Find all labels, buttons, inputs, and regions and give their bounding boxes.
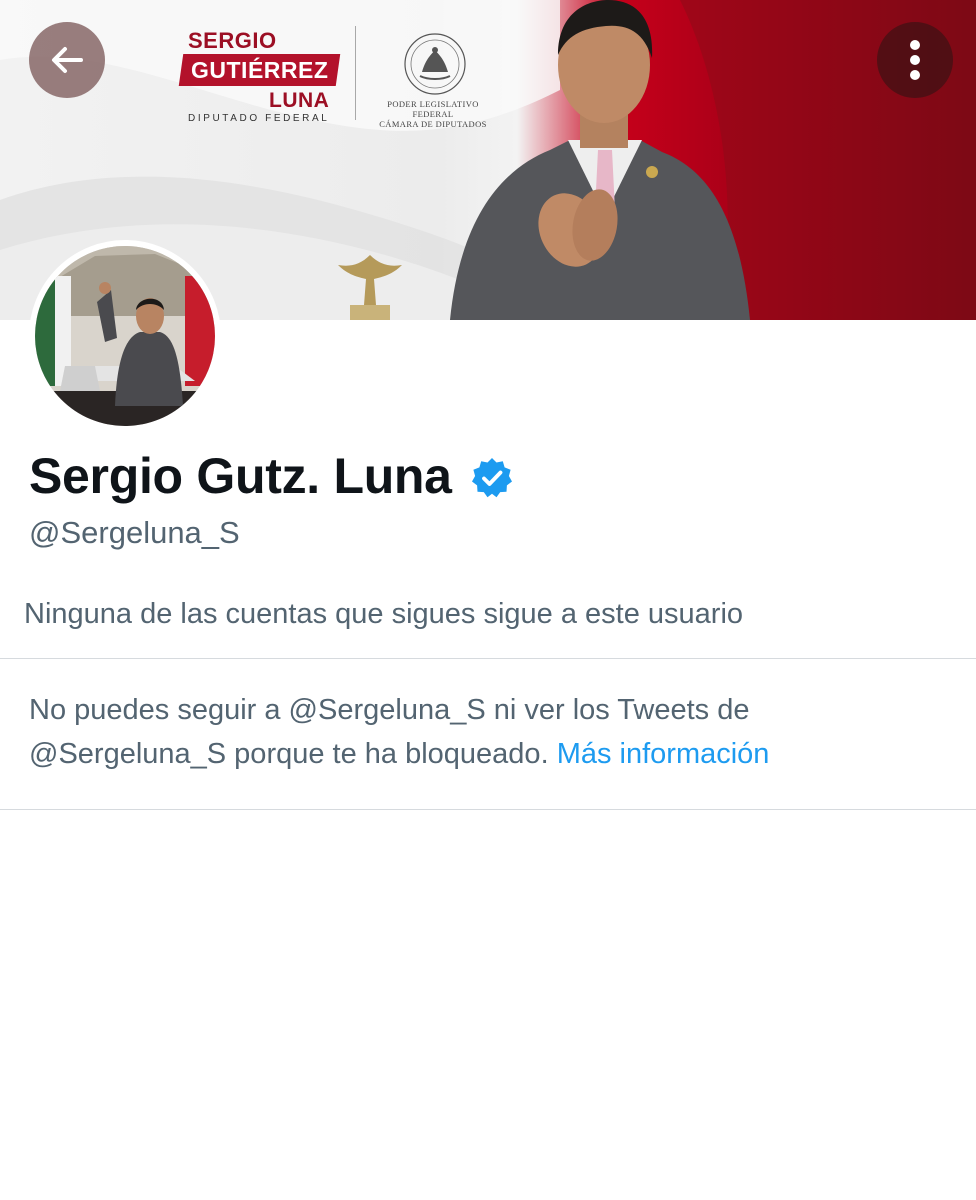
profile-page: SERGIO GUTIÉRREZ LUNA DIPUTADO FEDERAL P… xyxy=(0,0,976,1200)
display-name-row: Sergio Gutz. Luna xyxy=(29,446,514,506)
profile-avatar[interactable] xyxy=(29,240,221,432)
logo-first-name: SERGIO xyxy=(188,28,277,53)
blocked-message-line1: No puedes seguir a @Sergeluna_S ni ver l… xyxy=(29,694,750,726)
logo-surname: GUTIÉRREZ xyxy=(191,57,329,83)
blocked-message-line2-wrap: @Sergeluna_S porque te ha bloqueado. Más… xyxy=(29,732,929,776)
logo-surname-box: GUTIÉRREZ xyxy=(178,54,341,86)
back-button[interactable] xyxy=(29,22,105,98)
logo-second-surname: LUNA xyxy=(269,89,330,112)
eagle-statue-icon xyxy=(338,255,402,320)
section-divider xyxy=(0,658,976,659)
arrow-left-icon xyxy=(52,47,83,73)
more-vertical-icon xyxy=(910,40,920,80)
more-options-button[interactable] xyxy=(877,22,953,98)
section-divider-bottom xyxy=(0,809,976,810)
politician-logo: SERGIO GUTIÉRREZ LUNA DIPUTADO FEDERAL xyxy=(176,28,346,128)
display-name: Sergio Gutz. Luna xyxy=(29,448,452,504)
blocked-message-line2: @Sergeluna_S porque te ha bloqueado. xyxy=(29,738,549,770)
logo-divider xyxy=(355,26,356,120)
avatar-photo xyxy=(35,246,215,426)
logo-title: DIPUTADO FEDERAL xyxy=(188,113,330,124)
verified-badge-icon[interactable] xyxy=(470,456,514,500)
more-info-link[interactable]: Más información xyxy=(557,738,770,770)
banner-portrait xyxy=(450,0,750,320)
followers-you-know-note: Ninguna de las cuentas que sigues sigue … xyxy=(24,598,744,630)
profile-handle: @Sergeluna_S xyxy=(29,515,240,550)
blocked-message: No puedes seguir a @Sergeluna_S ni ver l… xyxy=(29,688,929,776)
